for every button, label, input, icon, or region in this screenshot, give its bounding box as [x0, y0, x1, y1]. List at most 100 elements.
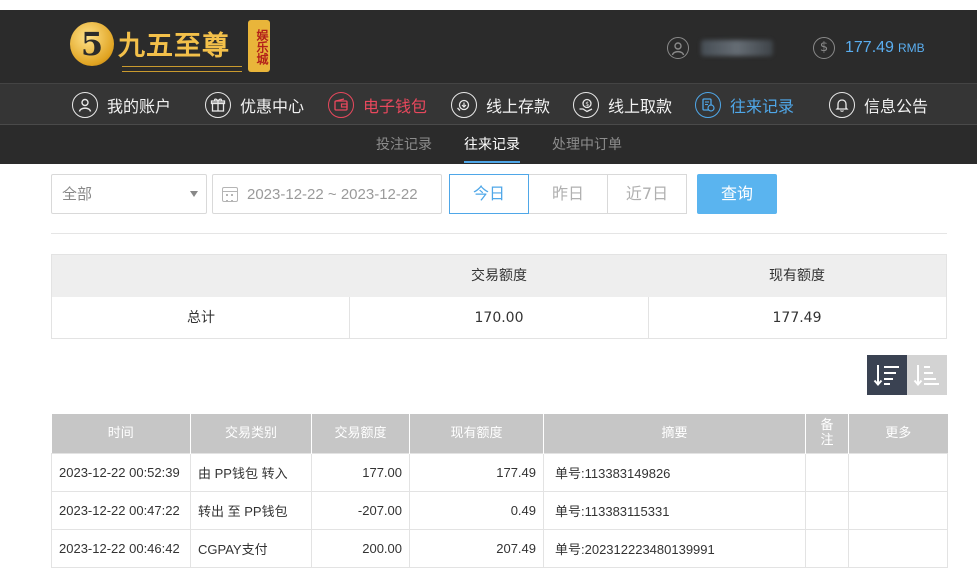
col-header-balance[interactable]: 现有额度	[409, 414, 544, 453]
summary-header-balance: 现有额度	[769, 268, 825, 284]
nav-label: 信息公告	[864, 96, 929, 116]
cell-time: 2023-12-22 00:46:42	[51, 528, 191, 568]
cell-amount: 177.00	[311, 452, 410, 492]
select-value: 全部	[62, 185, 93, 203]
username-masked	[701, 40, 773, 56]
main-nav: 我的账户 优惠中心 电子钱包 线上存款 $ 线上取款 往来记录 信息公告	[0, 83, 977, 124]
logo-tag: 娱乐城	[248, 20, 270, 72]
summary-total-transaction: 170.00	[474, 310, 524, 326]
summary-separator	[648, 297, 649, 339]
cell-balance: 177.49	[409, 452, 544, 492]
nav-item-my-account[interactable]: 我的账户	[72, 91, 171, 118]
cell-amount: -207.00	[311, 490, 410, 530]
nav-label: 我的账户	[107, 96, 172, 116]
gift-icon	[205, 91, 231, 118]
calendar-icon	[222, 186, 238, 202]
date-range-picker[interactable]: 2023-12-22 ~ 2023-12-22	[212, 174, 442, 214]
summary-header: 交易额度 现有额度	[52, 255, 946, 297]
balance-value: 177.49	[845, 39, 894, 56]
col-header-more[interactable]: 更多	[848, 414, 948, 453]
svg-text:$: $	[585, 101, 589, 108]
records-icon	[695, 91, 721, 118]
nav-label: 往来记录	[730, 96, 795, 116]
col-header-note[interactable]: 备注	[805, 414, 849, 453]
balance-display: $ 177.49 RMB	[813, 36, 925, 60]
records-header-row: 时间 交易类别 交易额度 现有额度 摘要 备注 更多	[51, 414, 948, 453]
dollar-coin-icon: $	[813, 37, 835, 59]
transaction-type-select[interactable]: 全部	[51, 174, 207, 214]
cell-time: 2023-12-22 00:52:39	[51, 452, 191, 492]
summary-header-blank	[52, 255, 350, 297]
site-logo[interactable]: 5 九五至尊 娱乐城	[70, 18, 270, 78]
wallet-icon	[328, 91, 354, 118]
summary-header-transaction: 交易额度	[471, 268, 527, 284]
cell-balance: 207.49	[409, 528, 544, 568]
table-row[interactable]: 2023-12-22 00:46:42 CGPAY支付 200.00 207.4…	[51, 528, 948, 568]
summary-row-total: 总计 170.00 177.49	[52, 297, 946, 339]
cell-summary: 单号:113383149826	[543, 452, 806, 492]
nav-item-transaction-records[interactable]: 往来记录	[695, 91, 794, 118]
col-header-time[interactable]: 时间	[51, 414, 191, 453]
nav-label: 线上存款	[486, 96, 551, 116]
records-table: 时间 交易类别 交易额度 现有额度 摘要 备注 更多 2023-12-22 00…	[51, 414, 948, 568]
date-range-value: 2023-12-22 ~ 2023-12-22	[247, 185, 418, 203]
table-row[interactable]: 2023-12-22 00:52:39 由 PP钱包 转入 177.00 177…	[51, 452, 948, 492]
nav-item-online-withdraw[interactable]: $ 线上取款	[573, 91, 672, 118]
deposit-icon	[451, 91, 477, 118]
table-row[interactable]: 2023-12-22 00:47:22 转出 至 PP钱包 -207.00 0.…	[51, 490, 948, 530]
balance-currency: RMB	[897, 41, 925, 55]
col-header-summary[interactable]: 摘要	[543, 414, 806, 453]
cell-more[interactable]	[848, 490, 948, 530]
nav-label: 电子钱包	[363, 96, 428, 116]
range-yesterday-button[interactable]: 昨日	[528, 174, 608, 214]
summary-separator	[349, 297, 350, 339]
withdraw-icon: $	[573, 91, 599, 118]
logo-ornament	[122, 66, 242, 72]
cell-type: 转出 至 PP钱包	[190, 490, 312, 530]
nav-label: 线上取款	[608, 96, 673, 116]
sort-asc-button[interactable]	[907, 355, 947, 395]
cell-more[interactable]	[848, 452, 948, 492]
site-header: 5 九五至尊 娱乐城 $ 177.49 RMB	[0, 10, 977, 83]
cell-summary: 单号:202312223480139991	[543, 528, 806, 568]
range-today-button[interactable]: 今日	[449, 174, 529, 214]
filter-divider	[51, 233, 947, 234]
user-icon	[72, 91, 98, 118]
sub-nav: 投注记录 往来记录 处理中订单	[0, 124, 977, 164]
col-header-type[interactable]: 交易类别	[190, 414, 312, 453]
summary-total-label: 总计	[187, 310, 215, 326]
cell-summary: 单号:113383115331	[543, 490, 806, 530]
cell-more[interactable]	[848, 528, 948, 568]
summary-total-balance: 177.49	[772, 310, 822, 326]
user-circle-icon	[667, 37, 689, 59]
cell-note	[805, 452, 849, 492]
subnav-tab-transaction-records[interactable]: 往来记录	[464, 125, 520, 165]
sort-desc-icon	[873, 365, 899, 387]
subnav-tab-pending-orders[interactable]: 处理中订单	[552, 125, 622, 165]
logo-text: 九五至尊	[118, 31, 230, 62]
nav-item-announcements[interactable]: 信息公告	[829, 91, 928, 118]
top-strip	[0, 0, 977, 10]
user-info[interactable]	[667, 36, 773, 60]
nav-item-online-deposit[interactable]: 线上存款	[451, 91, 550, 118]
nav-item-promotions[interactable]: 优惠中心	[205, 91, 304, 118]
subnav-tab-bet-records[interactable]: 投注记录	[376, 125, 432, 165]
nav-item-e-wallet[interactable]: 电子钱包	[328, 91, 427, 118]
sort-asc-icon	[913, 365, 939, 387]
sort-desc-button[interactable]	[867, 355, 907, 395]
bell-icon	[829, 91, 855, 118]
logo-emblem: 5	[70, 22, 114, 66]
cell-note	[805, 490, 849, 530]
cell-type: CGPAY支付	[190, 528, 312, 568]
cell-amount: 200.00	[311, 528, 410, 568]
cell-note	[805, 528, 849, 568]
cell-balance: 0.49	[409, 490, 544, 530]
nav-label: 优惠中心	[240, 96, 305, 116]
query-button[interactable]: 查询	[697, 174, 777, 214]
cell-time: 2023-12-22 00:47:22	[51, 490, 191, 530]
col-header-amount[interactable]: 交易额度	[311, 414, 410, 453]
caret-down-icon	[190, 191, 198, 197]
summary-table: 交易额度 现有额度 总计 170.00 177.49	[51, 254, 947, 339]
cell-type: 由 PP钱包 转入	[190, 452, 312, 492]
range-7days-button[interactable]: 近7日	[607, 174, 687, 214]
